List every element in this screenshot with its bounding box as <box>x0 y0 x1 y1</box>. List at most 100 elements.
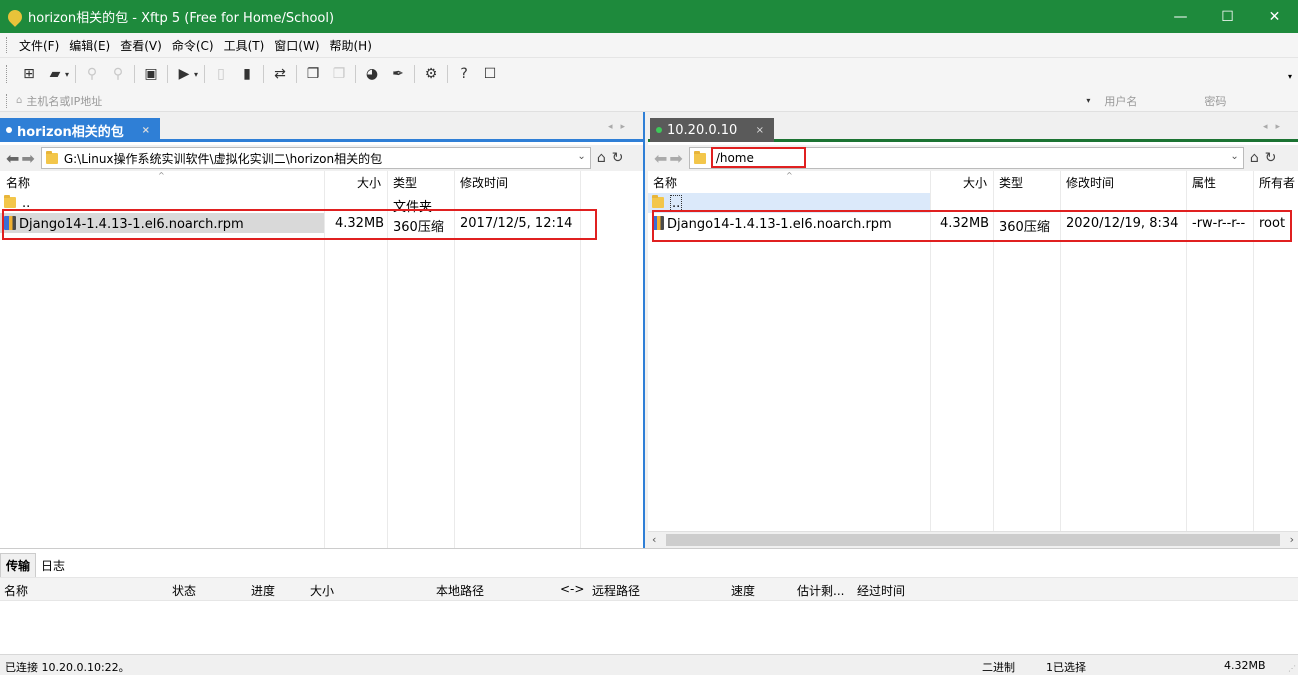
tab-log[interactable]: 日志 <box>36 554 70 577</box>
new-text-file-icon[interactable]: ▮ <box>237 64 257 84</box>
toolbar-grip[interactable] <box>6 65 8 83</box>
local-column-header: 名称 ^ 大小 类型 修改时间 <box>0 171 643 193</box>
col-size[interactable]: 大小 <box>963 174 987 191</box>
new-file-icon[interactable]: ▯ <box>211 64 231 84</box>
folder-icon <box>45 150 58 164</box>
copy-icon[interactable]: ❐ <box>303 64 323 84</box>
username-input[interactable]: 用户名 <box>1104 93 1204 109</box>
xftp-icon[interactable]: ✒ <box>388 64 408 84</box>
menubar-grip[interactable] <box>6 37 8 53</box>
col-type[interactable]: 类型 <box>393 174 417 191</box>
toolbar-overflow-icon[interactable]: ▾ <box>1288 72 1292 81</box>
window-controls: — ☐ ✕ <box>1157 0 1298 33</box>
horizontal-scrollbar[interactable]: ‹ › <box>648 531 1298 548</box>
col-eta[interactable]: 估计剩... <box>797 582 844 599</box>
remote-tab[interactable]: 10.20.0.10 × <box>650 118 774 142</box>
open-dropdown-icon[interactable]: ▾ <box>65 70 69 79</box>
local-tab[interactable]: horizon相关的包 × <box>0 118 160 142</box>
help-icon[interactable]: ? <box>454 64 474 84</box>
local-tab-label: horizon相关的包 <box>17 124 124 140</box>
xshell-icon[interactable]: ◕ <box>362 64 382 84</box>
col-remote-path[interactable]: 远程路径 <box>592 582 640 599</box>
col-status[interactable]: 状态 <box>172 582 196 599</box>
col-elapsed[interactable]: 经过时间 <box>857 582 905 599</box>
scrollbar-thumb[interactable] <box>666 534 1280 546</box>
col-speed[interactable]: 速度 <box>731 582 755 599</box>
paste-icon[interactable]: ❐ <box>329 64 349 84</box>
folder-icon <box>4 195 16 208</box>
path-dropdown-icon[interactable]: ⌄ <box>1230 151 1238 162</box>
col-name[interactable]: 名称 <box>653 174 677 191</box>
col-size[interactable]: 大小 <box>357 174 381 191</box>
col-modified[interactable]: 修改时间 <box>1066 174 1114 191</box>
menu-tools[interactable]: 工具(T) <box>219 37 270 54</box>
host-dropdown-icon[interactable]: ▾ <box>1086 96 1090 105</box>
resize-grip-icon[interactable]: ⋰ <box>1288 664 1296 673</box>
status-bar: 已连接 10.20.0.10:22。 二进制 1已选择 4.32MB ⋰ <box>0 654 1298 675</box>
forward-arrow-icon[interactable]: ➡ <box>669 149 682 168</box>
menu-help[interactable]: 帮助(H) <box>325 37 377 54</box>
window-title: horizon相关的包 - Xftp 5 (Free for Home/Scho… <box>28 11 335 26</box>
col-name[interactable]: 名称 <box>4 582 28 599</box>
col-owner[interactable]: 所有者 <box>1259 174 1295 191</box>
tab-close-icon[interactable]: × <box>756 125 764 136</box>
sync-icon[interactable]: ⇄ <box>270 64 290 84</box>
host-input[interactable]: 主机名或IP地址 <box>26 93 1086 109</box>
transfer-dropdown-icon[interactable]: ▾ <box>194 70 198 79</box>
options-gear-icon[interactable]: ⚙ <box>421 64 441 84</box>
open-folder-icon[interactable]: ▰ <box>45 64 65 84</box>
col-modified[interactable]: 修改时间 <box>460 174 508 191</box>
col-size[interactable]: 大小 <box>310 582 334 599</box>
local-path-text: G:\Linux操作系统实训软件\虚拟化实训二\horizon相关的包 <box>63 151 383 166</box>
col-name[interactable]: 名称 <box>6 174 30 191</box>
col-local-path[interactable]: 本地路径 <box>436 582 484 599</box>
new-session-icon[interactable]: ⊞ <box>19 64 39 84</box>
disconnect-icon[interactable]: ⚲ <box>108 64 128 84</box>
local-pane: horizon相关的包 × ◂▸ ⬅ ➡ G:\Linux操作系统实训软件\虚拟… <box>0 112 645 548</box>
local-path-input[interactable]: G:\Linux操作系统实训软件\虚拟化实训二\horizon相关的包 ⌄ <box>40 147 591 169</box>
addressbar-grip[interactable] <box>6 93 8 108</box>
refresh-icon[interactable]: ↻ <box>612 150 624 166</box>
remote-file-list: .. Django14-1.4.13-1.el6.noarch.rpm 4.32… <box>648 193 1298 548</box>
col-direction[interactable]: <-> <box>560 582 584 596</box>
tab-close-icon[interactable]: × <box>142 125 150 136</box>
connect-icon[interactable]: ⚲ <box>82 64 102 84</box>
sort-caret-icon: ^ <box>158 171 165 180</box>
transfer-list <box>0 601 1298 654</box>
password-input[interactable]: 密码 <box>1204 93 1226 109</box>
local-tabstrip: horizon相关的包 × ◂▸ <box>0 112 643 142</box>
scroll-left-icon[interactable]: ‹ <box>652 533 656 546</box>
menu-view[interactable]: 查看(V) <box>115 37 167 54</box>
menu-command[interactable]: 命令(C) <box>167 37 219 54</box>
toolbar-separator <box>204 65 206 83</box>
col-attributes[interactable]: 属性 <box>1192 174 1216 191</box>
home-folder-icon[interactable]: ⌂ <box>1250 150 1259 166</box>
toolbar-separator <box>414 65 416 83</box>
transfer-icon[interactable]: ▶ <box>174 64 194 84</box>
refresh-icon[interactable]: ↻ <box>1265 150 1277 166</box>
menu-window[interactable]: 窗口(W) <box>269 37 324 54</box>
toolbar-separator <box>167 65 169 83</box>
menu-file[interactable]: 文件(F) <box>14 37 64 54</box>
tab-scroll-arrows-icon[interactable]: ◂▸ <box>608 122 633 132</box>
back-arrow-icon[interactable]: ⬅ <box>6 149 19 168</box>
feedback-icon[interactable]: ☐ <box>480 64 500 84</box>
transfer-mode: 二进制 <box>982 661 1015 674</box>
close-button[interactable]: ✕ <box>1251 0 1298 33</box>
minimize-button[interactable]: — <box>1157 0 1204 33</box>
toolbar-separator <box>355 65 357 83</box>
forward-arrow-icon[interactable]: ➡ <box>21 149 34 168</box>
col-type[interactable]: 类型 <box>999 174 1023 191</box>
menu-edit[interactable]: 编辑(E) <box>64 37 115 54</box>
col-progress[interactable]: 进度 <box>251 582 275 599</box>
tab-scroll-arrows-icon[interactable]: ◂▸ <box>1263 122 1288 132</box>
maximize-button[interactable]: ☐ <box>1204 0 1251 33</box>
remote-tab-label: 10.20.0.10 <box>667 122 738 138</box>
tab-transfer[interactable]: 传输 <box>0 553 37 577</box>
folder-icon <box>652 195 664 208</box>
home-folder-icon[interactable]: ⌂ <box>597 150 606 166</box>
properties-icon[interactable]: ▣ <box>141 64 161 84</box>
scroll-right-icon[interactable]: › <box>1290 533 1294 546</box>
back-arrow-icon[interactable]: ⬅ <box>654 149 667 168</box>
path-dropdown-icon[interactable]: ⌄ <box>577 151 585 162</box>
